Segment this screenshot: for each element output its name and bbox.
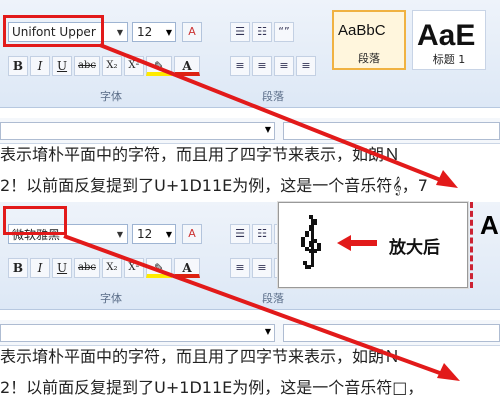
- annotation-arrows: [63, 43, 460, 381]
- arrow-icon: [63, 234, 460, 381]
- arrow-icon: [99, 43, 458, 188]
